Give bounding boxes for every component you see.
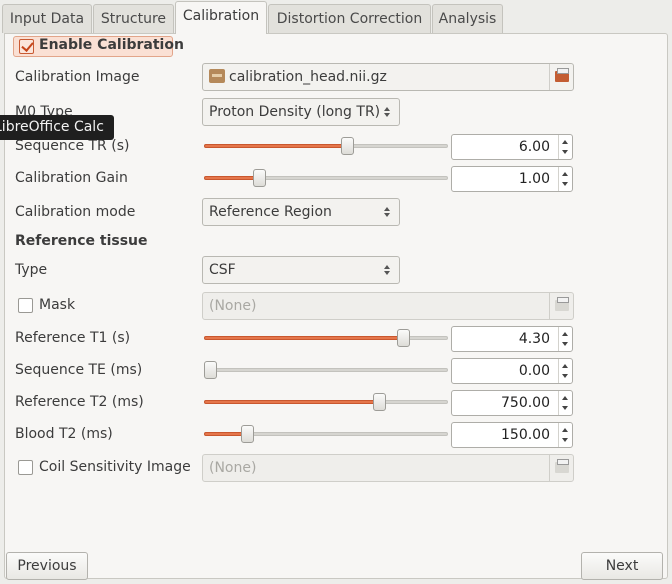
calibration-gain-label: Calibration Gain [15,170,128,186]
reference-t2-spinbox[interactable]: 750.00 [451,390,573,416]
sequence-tr-spinbox[interactable]: 6.00 [451,134,573,160]
reference-tissue-heading: Reference tissue [15,233,148,249]
spin-buttons[interactable] [558,167,572,191]
mask-browse-button[interactable] [549,293,573,319]
sequence-te-label: Sequence TE (ms) [15,362,143,378]
sequence-te-value[interactable]: 0.00 [519,359,550,383]
coil-sensitivity-picker[interactable]: (None) [202,454,574,482]
tab-analysis[interactable]: Analysis [432,4,503,33]
folder-icon [555,68,569,82]
folder-icon [555,297,569,311]
next-button[interactable]: Next [581,552,663,580]
slider-handle[interactable] [253,169,266,187]
folder-icon [555,459,569,473]
spin-up-icon[interactable] [562,172,568,176]
blood-t2-spinbox[interactable]: 150.00 [451,422,573,448]
tooltip: LibreOffice Calc [0,115,114,140]
spin-down-icon[interactable] [562,342,568,346]
slider-handle[interactable] [204,361,217,379]
calibration-gain-spinbox[interactable]: 1.00 [451,166,573,192]
enable-calibration-label[interactable]: Enable Calibration [39,37,184,53]
reference-t1-value[interactable]: 4.30 [519,327,550,351]
reference-t2-label: Reference T2 (ms) [15,394,144,410]
blood-t2-value[interactable]: 150.00 [501,423,550,447]
enable-calibration-checkbox[interactable] [19,39,34,54]
calibration-mode-label: Calibration mode [15,204,136,220]
coil-sensitivity-label[interactable]: Coil Sensitivity Image [39,459,191,475]
type-value: CSF [209,262,236,278]
calibration-gain-slider[interactable] [204,168,448,188]
spin-up-icon[interactable] [562,332,568,336]
sequence-te-slider[interactable] [204,360,448,380]
slider-handle[interactable] [373,393,386,411]
calibration-image-value: calibration_head.nii.gz [229,69,387,85]
sequence-te-spinbox[interactable]: 0.00 [451,358,573,384]
calibration-mode-combo[interactable]: Reference Region [202,198,400,226]
spin-up-icon[interactable] [562,364,568,368]
reference-t2-value[interactable]: 750.00 [501,391,550,415]
tab-calibration[interactable]: Calibration [175,1,267,34]
sequence-tr-label: Sequence TR (s) [15,138,130,154]
spin-buttons[interactable] [558,391,572,415]
type-combo[interactable]: CSF [202,256,400,284]
tab-input-data[interactable]: Input Data [2,4,92,33]
tab-structure[interactable]: Structure [93,4,174,33]
spin-buttons[interactable] [558,327,572,351]
m0-type-value: Proton Density (long TR) [209,104,381,120]
spin-down-icon[interactable] [562,406,568,410]
coil-sensitivity-value: (None) [209,460,257,476]
spin-up-icon[interactable] [562,396,568,400]
reference-t1-label: Reference T1 (s) [15,330,131,346]
spin-buttons[interactable] [558,359,572,383]
spin-buttons[interactable] [558,135,572,159]
spin-down-icon[interactable] [562,150,568,154]
spin-down-icon[interactable] [562,438,568,442]
spin-up-icon[interactable] [562,428,568,432]
reference-t1-slider[interactable] [204,328,448,348]
tab-distortion-correction[interactable]: Distortion Correction [268,4,431,33]
tooltip-text: LibreOffice Calc [0,119,104,135]
mask-picker[interactable]: (None) [202,292,574,320]
mask-label[interactable]: Mask [39,297,75,313]
coil-browse-button[interactable] [549,455,573,481]
tab-bar: Input Data Structure Calibration Distort… [0,0,672,34]
spin-down-icon[interactable] [562,182,568,186]
spin-buttons[interactable] [558,423,572,447]
combo-arrows-icon [384,107,391,117]
sequence-tr-slider[interactable] [204,136,448,156]
calibration-gain-value[interactable]: 1.00 [519,167,550,191]
previous-button[interactable]: Previous [6,552,88,580]
m0-type-combo[interactable]: Proton Density (long TR) [202,98,400,126]
reference-t2-slider[interactable] [204,392,448,412]
calibration-image-label: Calibration Image [15,69,140,85]
slider-handle[interactable] [341,137,354,155]
file-icon [209,69,225,83]
blood-t2-label: Blood T2 (ms) [15,426,113,442]
slider-handle[interactable] [397,329,410,347]
type-label: Type [15,262,48,278]
mask-value: (None) [209,298,257,314]
reference-t1-spinbox[interactable]: 4.30 [451,326,573,352]
spin-up-icon[interactable] [562,140,568,144]
slider-handle[interactable] [241,425,254,443]
calibration-mode-value: Reference Region [209,204,332,220]
calibration-image-picker[interactable]: calibration_head.nii.gz [202,63,574,91]
blood-t2-slider[interactable] [204,424,448,444]
mask-checkbox[interactable] [18,298,33,313]
browse-button[interactable] [549,64,573,90]
combo-arrows-icon [384,265,391,275]
coil-sensitivity-checkbox[interactable] [18,460,33,475]
spin-down-icon[interactable] [562,374,568,378]
combo-arrows-icon [384,207,391,217]
sequence-tr-value[interactable]: 6.00 [519,135,550,159]
